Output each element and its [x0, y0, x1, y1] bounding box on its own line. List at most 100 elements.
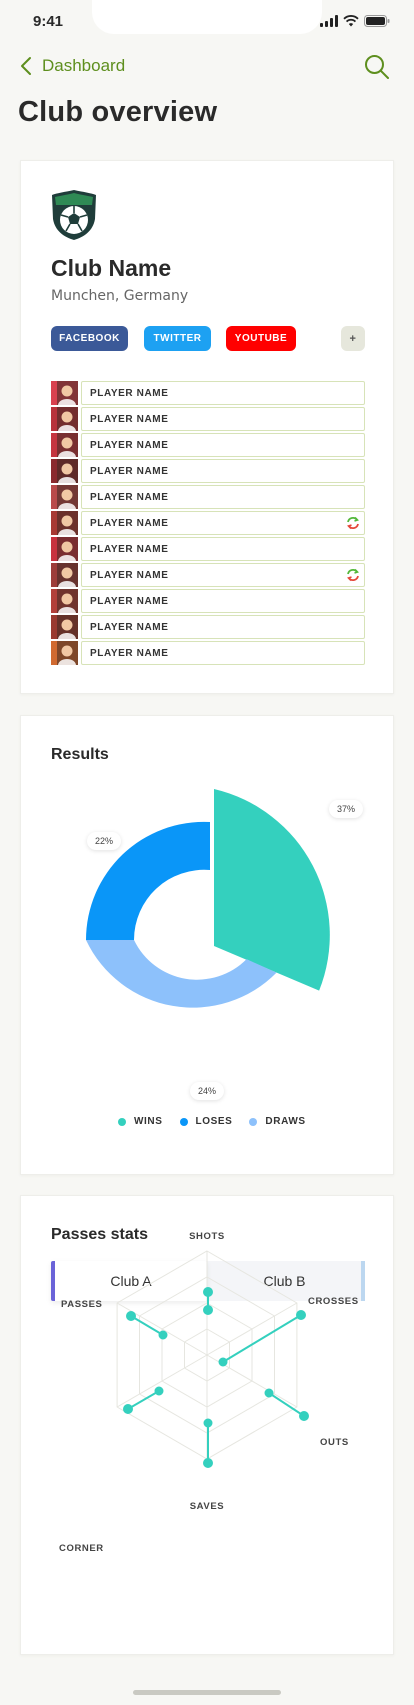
player-name: PLAYER NAME: [90, 544, 169, 555]
player-name: PLAYER NAME: [90, 466, 169, 477]
player-name: PLAYER NAME: [90, 440, 169, 451]
home-indicator: [133, 1690, 281, 1695]
player-row[interactable]: PLAYER NAME: [51, 459, 365, 483]
player-field: PLAYER NAME: [81, 511, 365, 535]
radar-point-shots-a: [203, 1287, 213, 1297]
player-row[interactable]: PLAYER NAME: [51, 381, 365, 405]
back-label: Dashboard: [42, 56, 126, 75]
legend-loses-dot: [179, 1117, 188, 1126]
player-field: PLAYER NAME: [81, 641, 365, 665]
radar-point-outs-b: [299, 1411, 309, 1421]
passes-radar-chart: SHOTS CROSSES OUTS SAVES CORNER PASSES: [59, 1231, 359, 1554]
twitter-button[interactable]: TWITTER: [144, 326, 211, 351]
player-avatar: [51, 641, 78, 665]
notch: [92, 0, 322, 34]
player-row[interactable]: PLAYER NAME: [51, 407, 365, 431]
player-avatar: [51, 407, 78, 431]
passes-card: Passes stats Club A Club B SHOTS CROSSES…: [20, 1195, 394, 1655]
player-name: PLAYER NAME: [90, 414, 169, 425]
legend-draws-dot: [249, 1117, 258, 1126]
player-avatar: [51, 459, 78, 483]
player-avatar: [51, 615, 78, 639]
radar-point-passes-b: [126, 1311, 136, 1321]
player-row[interactable]: PLAYER NAME: [51, 589, 365, 613]
player-name: PLAYER NAME: [90, 492, 169, 503]
wifi-icon: [343, 15, 359, 27]
legend-loses: LOSES: [179, 1116, 233, 1127]
radar-point-saves-a: [203, 1418, 213, 1428]
club-logo: [51, 189, 97, 246]
axis-label-shots: SHOTS: [189, 1231, 225, 1242]
radar-point-shots-b: [203, 1305, 213, 1315]
player-list: PLAYER NAME PLAYER NAME PLAYER NAME PLAYER …: [51, 381, 365, 667]
refresh-icon[interactable]: [346, 568, 360, 587]
radar-point-crosses-b: [218, 1357, 228, 1367]
club-location: Munchen, Germany: [51, 288, 189, 304]
status-time: 9:41: [33, 13, 64, 30]
battery-icon: [364, 15, 390, 27]
player-avatar: [51, 511, 78, 535]
search-icon: [365, 55, 389, 79]
radar-point-corner-a: [154, 1386, 164, 1396]
player-name: PLAYER NAME: [90, 518, 169, 529]
player-avatar: [51, 433, 78, 457]
axis-label-passes: PASSES: [61, 1299, 102, 1310]
player-avatar: [51, 381, 78, 405]
radar-point-outs-a: [264, 1388, 274, 1398]
player-field: PLAYER NAME: [81, 433, 365, 457]
player-avatar: [51, 563, 78, 587]
player-row[interactable]: PLAYER NAME: [51, 563, 365, 587]
legend-draws: DRAWS: [249, 1116, 305, 1127]
axis-label-outs: OUTS: [320, 1437, 349, 1448]
shield-icon: [52, 190, 96, 240]
add-social-button[interactable]: +: [341, 326, 365, 351]
player-row[interactable]: PLAYER NAME: [51, 615, 365, 639]
youtube-button[interactable]: YOUTUBE: [226, 326, 296, 351]
axis-label-crosses: CROSSES: [308, 1296, 359, 1307]
results-card: Results 37% 22% 24% WINS LOSES DRAWS: [20, 715, 394, 1175]
radar-series: [123, 1287, 309, 1468]
player-avatar: [51, 589, 78, 613]
axis-label-saves: SAVES: [190, 1501, 225, 1512]
facebook-button[interactable]: FACEBOOK: [51, 326, 128, 351]
player-field: PLAYER NAME: [81, 381, 365, 405]
back-button[interactable]: Dashboard: [20, 56, 125, 76]
results-legend: WINS LOSES DRAWS: [118, 1116, 306, 1127]
wins-percent-badge: 37%: [329, 800, 364, 818]
radar-point-saves-b: [203, 1458, 213, 1468]
player-row[interactable]: PLAYER NAME: [51, 485, 365, 509]
signal-icon: [320, 15, 338, 27]
club-card: Club Name Munchen, Germany FACEBOOK TWIT…: [20, 160, 394, 694]
legend-wins-dot: [118, 1117, 126, 1126]
top-nav: Dashboard: [0, 50, 414, 84]
player-row[interactable]: PLAYER NAME: [51, 511, 365, 535]
refresh-icon[interactable]: [346, 516, 360, 535]
radar-point-corner-b: [123, 1404, 133, 1414]
status-bar: 9:41: [0, 0, 414, 44]
player-field: PLAYER NAME: [81, 589, 365, 613]
player-field: PLAYER NAME: [81, 407, 365, 431]
page-title: Club overview: [18, 96, 218, 128]
draws-percent-badge: 24%: [190, 1082, 225, 1100]
player-row[interactable]: PLAYER NAME: [51, 433, 365, 457]
player-name: PLAYER NAME: [90, 622, 169, 633]
wins-slice: [214, 789, 330, 991]
player-field: PLAYER NAME: [81, 485, 365, 509]
player-field: PLAYER NAME: [81, 563, 365, 587]
player-field: PLAYER NAME: [81, 615, 365, 639]
loses-percent-badge: 22%: [87, 832, 122, 850]
player-field: PLAYER NAME: [81, 537, 365, 561]
chevron-left-icon: [21, 57, 31, 75]
system-icons: [320, 15, 390, 27]
player-row[interactable]: PLAYER NAME: [51, 537, 365, 561]
search-button[interactable]: [364, 54, 390, 85]
player-name: PLAYER NAME: [90, 388, 169, 399]
player-name: PLAYER NAME: [90, 596, 169, 607]
results-donut-chart: [85, 789, 330, 1008]
legend-wins: WINS: [118, 1116, 163, 1127]
player-row[interactable]: PLAYER NAME: [51, 641, 365, 665]
axis-label-corner: CORNER: [59, 1543, 104, 1554]
player-name: PLAYER NAME: [90, 648, 169, 659]
player-avatar: [51, 537, 78, 561]
player-field: PLAYER NAME: [81, 459, 365, 483]
